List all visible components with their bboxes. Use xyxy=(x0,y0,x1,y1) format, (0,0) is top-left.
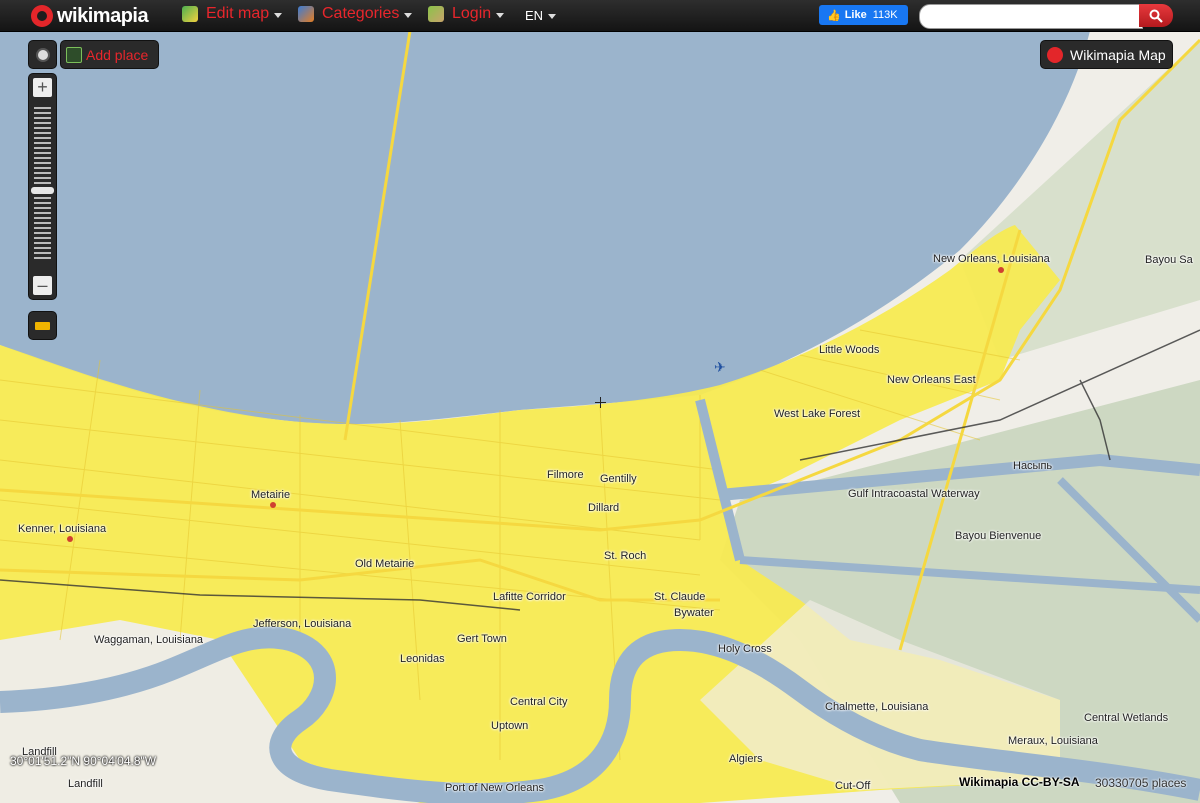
airport-icon: ✈ xyxy=(714,360,726,376)
coordinates-readout: 30°01'51.2"N 90°04'04.8"W xyxy=(10,754,157,768)
zoom-slider-handle[interactable] xyxy=(31,187,54,194)
ruler-button[interactable] xyxy=(29,312,56,339)
map-canvas[interactable]: ✈ New Orleans, Louisiana Bayou Sa Little… xyxy=(0,0,1200,803)
map-label[interactable]: St. Claude xyxy=(654,591,705,603)
map-type-label: Wikimapia Map xyxy=(1070,46,1166,63)
add-place-label: Add place xyxy=(86,46,149,63)
place-marker xyxy=(998,267,1004,273)
map-label[interactable]: Metairie xyxy=(251,489,290,501)
map-type-button[interactable]: Wikimapia Map xyxy=(1041,41,1172,68)
thumbs-up-icon: 👍 xyxy=(827,9,841,22)
wikimapia-logo-icon xyxy=(31,5,53,27)
categories-icon xyxy=(298,6,314,22)
license-text[interactable]: Wikimapia CC-BY-SA xyxy=(959,775,1080,789)
map-label[interactable]: Gert Town xyxy=(457,633,507,645)
map-label[interactable]: Lafitte Corridor xyxy=(493,591,566,603)
map-label[interactable]: Central Wetlands xyxy=(1084,712,1168,724)
chevron-down-icon xyxy=(404,12,413,18)
map-label[interactable]: Gentilly xyxy=(600,473,637,485)
map-label[interactable]: Central City xyxy=(510,696,567,708)
map-label[interactable]: Waggaman, Louisiana xyxy=(94,634,203,646)
map-label[interactable]: Chalmette, Louisiana xyxy=(825,701,928,713)
zoom-in-button[interactable]: + xyxy=(33,78,52,97)
chevron-down-icon xyxy=(548,14,557,19)
map-label[interactable]: Filmore xyxy=(547,469,584,481)
edit-map-icon xyxy=(182,6,198,22)
map-label[interactable]: Algiers xyxy=(729,753,763,765)
map-label[interactable]: Dillard xyxy=(588,502,619,514)
map-label[interactable]: Bywater xyxy=(674,607,714,619)
login-menu[interactable]: Login xyxy=(428,5,505,23)
map-label[interactable]: West Lake Forest xyxy=(774,408,860,420)
map-label[interactable]: Uptown xyxy=(491,720,528,732)
search-button[interactable] xyxy=(1139,4,1173,27)
map-label[interactable]: Old Metairie xyxy=(355,558,414,570)
map-label[interactable]: Little Woods xyxy=(819,344,879,356)
logo-text: wikimapia xyxy=(57,4,149,27)
login-icon xyxy=(428,6,444,22)
fb-like-count: 113K xyxy=(872,9,898,21)
my-location-button[interactable] xyxy=(29,41,56,68)
map-label[interactable]: Kenner, Louisiana xyxy=(18,523,106,535)
map-label[interactable]: Holy Cross xyxy=(718,643,772,655)
map-label[interactable]: New Orleans East xyxy=(887,374,976,386)
wikimapia-logo[interactable]: wikimapia xyxy=(31,4,149,28)
wikimapia-logo-icon xyxy=(1047,46,1063,63)
edit-map-label: Edit map xyxy=(206,5,270,22)
zoom-out-button[interactable]: – xyxy=(33,276,52,295)
map-label[interactable]: Gulf Intracoastal Waterway xyxy=(848,488,980,500)
map-label[interactable]: New Orleans, Louisiana xyxy=(933,253,1050,265)
chevron-down-icon xyxy=(274,12,283,18)
add-place-button[interactable]: Add place xyxy=(61,41,158,68)
search-input[interactable] xyxy=(919,4,1143,29)
map-label[interactable]: Jefferson, Louisiana xyxy=(253,618,351,630)
crosshair-cursor-icon xyxy=(595,397,606,408)
login-label: Login xyxy=(452,5,492,22)
zoom-control: + – xyxy=(29,74,56,299)
categories-menu[interactable]: Categories xyxy=(298,5,413,23)
edit-map-menu[interactable]: Edit map xyxy=(182,5,283,23)
map-label[interactable]: Cut-Off xyxy=(835,780,870,792)
map-label[interactable]: Leonidas xyxy=(400,653,445,665)
place-marker xyxy=(270,502,276,508)
place-marker xyxy=(67,536,73,542)
places-count: 30330705 places xyxy=(1095,776,1187,790)
language-selector[interactable]: EN xyxy=(525,8,557,23)
ruler-icon xyxy=(35,321,50,330)
categories-label: Categories xyxy=(322,5,400,22)
fb-like-label: Like xyxy=(844,9,867,21)
map-label[interactable]: Meraux, Louisiana xyxy=(1008,735,1098,747)
chevron-down-icon xyxy=(496,12,505,18)
add-place-icon xyxy=(66,46,82,63)
language-label: EN xyxy=(525,8,544,23)
map-label[interactable]: Bayou Bienvenue xyxy=(955,530,1041,542)
map-label[interactable]: St. Roch xyxy=(604,550,646,562)
map-label[interactable]: Bayou Sa xyxy=(1145,254,1193,266)
facebook-like-button[interactable]: 👍 Like 113K xyxy=(819,5,908,25)
map-label[interactable]: Насыпь xyxy=(1013,460,1052,472)
location-icon xyxy=(37,49,48,60)
zoom-slider[interactable] xyxy=(34,104,51,262)
map-label[interactable]: Landfill xyxy=(68,778,103,790)
map-label[interactable]: Port of New Orleans xyxy=(445,782,544,794)
search-icon xyxy=(1149,9,1163,23)
top-navigation-bar: wikimapia Edit map Categories Login EN 👍… xyxy=(0,0,1200,32)
